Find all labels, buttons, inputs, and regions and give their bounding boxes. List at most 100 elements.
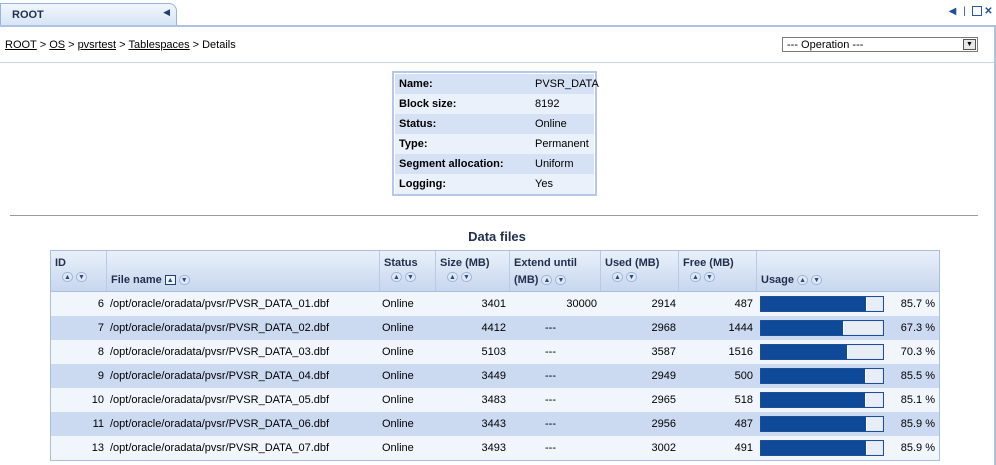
detail-value: Permanent <box>535 138 589 150</box>
table-row[interactable]: 13/opt/oracle/oradata/pvsr/PVSR_DATA_07.… <box>51 436 939 460</box>
cell-used: 2965 <box>651 394 676 406</box>
usage-bar <box>760 368 884 384</box>
tab-bar: ROOT ◀ ◀ | ✕ <box>0 0 996 27</box>
cell-status: Online <box>382 418 414 430</box>
breadcrumb-tablespaces[interactable]: Tablespaces <box>129 39 190 51</box>
cell-usage-percent: 70.3 % <box>900 346 935 358</box>
sort-asc-icon[interactable]: ▲ <box>447 272 458 283</box>
sort-desc-icon[interactable]: ▼ <box>178 275 190 286</box>
tablespace-details: Name: PVSR_DATA Block size: 8192 Status:… <box>392 71 599 196</box>
usage-bar-fill <box>761 393 865 407</box>
cell-file: /opt/oracle/oradata/pvsr/PVSR_DATA_02.db… <box>110 322 330 334</box>
usage-bar-fill <box>761 345 847 359</box>
cell-id: 6 <box>97 298 104 310</box>
detail-row-segment-allocation: Segment allocation: Uniform <box>395 154 594 174</box>
collapse-arrow-icon[interactable]: ◀ <box>163 7 170 18</box>
cell-extend: --- <box>545 418 556 430</box>
cell-free: 1516 <box>728 346 753 358</box>
detail-value: 8192 <box>535 98 560 110</box>
cell-status: Online <box>382 298 414 310</box>
usage-bar-remaining <box>865 442 882 454</box>
sort-desc-icon[interactable]: ▼ <box>811 275 823 286</box>
sort-asc-icon[interactable]: ▲ <box>541 275 553 286</box>
usage-bar-fill <box>761 321 844 335</box>
col-header-extend-until: Extend until (MB) ▲ ▼ <box>510 251 601 291</box>
col-label: ID <box>55 257 66 269</box>
usage-bar-remaining <box>865 370 882 382</box>
close-icon[interactable]: ✕ <box>983 4 994 18</box>
col-header-used: Used (MB) ▲ ▼ <box>601 251 679 291</box>
cell-free: 1444 <box>728 322 753 334</box>
breadcrumb-root[interactable]: ROOT <box>5 39 37 51</box>
restore-icon[interactable]: | <box>959 4 970 18</box>
usage-bar <box>760 344 884 360</box>
breadcrumb-details: Details <box>202 39 236 51</box>
col-label: Used (MB) <box>605 257 660 269</box>
cell-usage-percent: 85.7 % <box>900 298 935 310</box>
cell-status: Online <box>382 346 414 358</box>
breadcrumb-os[interactable]: OS <box>49 39 65 51</box>
cell-usage-percent: 85.5 % <box>900 370 935 382</box>
col-label: Extend until <box>514 257 577 269</box>
operation-select[interactable]: --- Operation --- ▼ <box>782 37 978 52</box>
left-arrow-icon[interactable]: ◀ <box>947 4 958 18</box>
sort-desc-icon[interactable]: ▼ <box>704 272 715 283</box>
cell-file: /opt/oracle/oradata/pvsr/PVSR_DATA_05.db… <box>110 394 330 406</box>
sort-asc-icon[interactable]: ▲ <box>164 275 176 286</box>
cell-free: 491 <box>734 442 753 454</box>
sort-desc-icon[interactable]: ▼ <box>626 272 637 283</box>
sort-desc-icon[interactable]: ▼ <box>555 275 567 286</box>
table-row[interactable]: 6/opt/oracle/oradata/pvsr/PVSR_DATA_01.d… <box>51 292 939 316</box>
cell-extend: --- <box>545 442 556 454</box>
usage-bar-fill <box>761 417 866 431</box>
cell-size: 4412 <box>481 322 506 334</box>
sort-asc-icon[interactable]: ▲ <box>797 275 809 286</box>
cell-file: /opt/oracle/oradata/pvsr/PVSR_DATA_07.db… <box>110 442 330 454</box>
detail-row-name: Name: PVSR_DATA <box>395 74 599 94</box>
cell-size: 5103 <box>481 346 506 358</box>
chevron-down-icon[interactable]: ▼ <box>963 39 976 50</box>
sort-desc-icon[interactable]: ▼ <box>405 272 416 283</box>
table-row[interactable]: 10/opt/oracle/oradata/pvsr/PVSR_DATA_05.… <box>51 388 939 412</box>
table-row[interactable]: 7/opt/oracle/oradata/pvsr/PVSR_DATA_02.d… <box>51 316 939 340</box>
detail-value: PVSR_DATA <box>535 78 599 90</box>
maximize-icon[interactable] <box>971 4 982 18</box>
sort-asc-icon[interactable]: ▲ <box>612 272 623 283</box>
table-row[interactable]: 11/opt/oracle/oradata/pvsr/PVSR_DATA_06.… <box>51 412 939 436</box>
cell-used: 2968 <box>651 322 676 334</box>
usage-bar <box>760 296 884 312</box>
usage-bar <box>760 320 884 336</box>
table-row[interactable]: 9/opt/oracle/oradata/pvsr/PVSR_DATA_04.d… <box>51 364 939 388</box>
cell-id: 8 <box>97 346 104 358</box>
cell-usage-percent: 85.9 % <box>900 442 935 454</box>
usage-bar <box>760 392 884 408</box>
cell-id: 11 <box>92 418 104 430</box>
sort-desc-icon[interactable]: ▼ <box>461 272 472 283</box>
table-row[interactable]: 8/opt/oracle/oradata/pvsr/PVSR_DATA_03.d… <box>51 340 939 364</box>
section-divider <box>10 215 978 216</box>
detail-row-logging: Logging: Yes <box>395 174 594 194</box>
usage-bar-remaining <box>846 346 882 358</box>
detail-value: Uniform <box>535 158 574 170</box>
col-header-free: Free (MB) ▲ ▼ <box>679 251 757 291</box>
col-label: Status <box>384 257 418 269</box>
cell-extend: --- <box>545 346 556 358</box>
breadcrumb-pvsrtest[interactable]: pvsrtest <box>78 39 117 51</box>
cell-extend: 30000 <box>566 298 597 310</box>
sort-asc-icon[interactable]: ▲ <box>62 272 73 283</box>
sort-asc-icon[interactable]: ▲ <box>690 272 701 283</box>
cell-usage-percent: 85.9 % <box>900 418 935 430</box>
col-header-usage: Usage ▲ ▼ <box>757 251 939 291</box>
detail-row-type: Type: Permanent <box>395 134 594 154</box>
cell-used: 3002 <box>651 442 676 454</box>
breadcrumb: ROOT > OS > pvsrtest > Tablespaces > Details <box>5 39 236 51</box>
usage-bar-remaining <box>865 298 882 310</box>
cell-used: 3587 <box>651 346 676 358</box>
cell-id: 13 <box>91 442 104 454</box>
usage-bar-fill <box>761 441 866 455</box>
tab-root[interactable]: ROOT ◀ <box>0 3 177 26</box>
sort-asc-icon[interactable]: ▲ <box>391 272 402 283</box>
sort-desc-icon[interactable]: ▼ <box>76 272 87 283</box>
cell-extend: --- <box>545 322 556 334</box>
cell-usage-percent: 67.3 % <box>900 322 935 334</box>
